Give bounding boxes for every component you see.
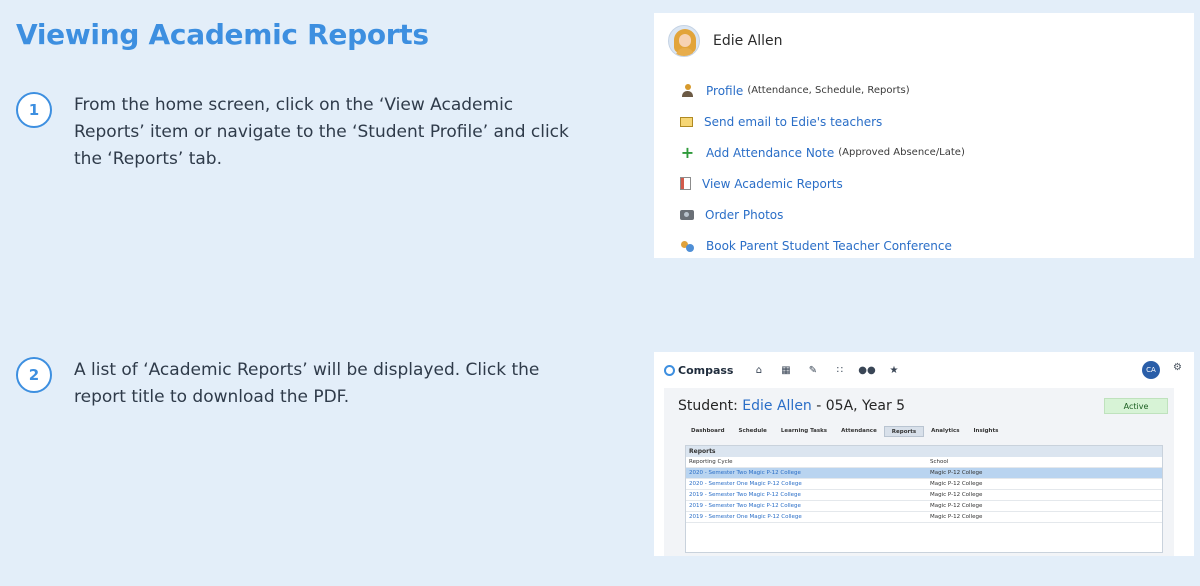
report-school: Magic P-12 College — [930, 481, 983, 487]
report-school: Magic P-12 College — [930, 503, 983, 509]
profile-icon — [680, 84, 695, 98]
people-icon[interactable]: ●● — [853, 365, 880, 376]
grid-icon[interactable]: ∷ — [826, 365, 853, 376]
report-title-link[interactable]: 2019 - Semester Two Magic P-12 College — [686, 490, 927, 500]
avatar — [668, 25, 700, 57]
column-header: School — [930, 459, 949, 465]
compass-logo-icon — [664, 364, 675, 376]
plus-icon: + — [680, 143, 695, 162]
brand-name: Compass — [678, 363, 734, 377]
student-heading: Student: Edie Allen - 05A, Year 5 — [678, 398, 905, 414]
menu-item-view-academic-reports[interactable]: View Academic Reports — [680, 168, 965, 199]
step-number-badge: 2 — [16, 357, 52, 393]
student-prefix: Student: — [678, 398, 738, 414]
camera-icon — [680, 209, 694, 220]
home-icon[interactable]: ⌂ — [745, 365, 772, 376]
menu-item-label[interactable]: Send email to Edie's teachers — [704, 115, 882, 129]
student-name: Edie Allen — [713, 33, 783, 49]
table-row[interactable]: 2019 - Semester Two Magic P-12 College M… — [686, 490, 1162, 501]
student-header: Edie Allen — [668, 25, 783, 57]
student-action-menu: Profile (Attendance, Schedule, Reports) … — [680, 75, 965, 261]
tab-insights[interactable]: Insights — [967, 426, 1006, 437]
tab-dashboard[interactable]: Dashboard — [684, 426, 732, 437]
calendar-icon[interactable]: ▦ — [772, 365, 799, 376]
student-profile-panel: Student: Edie Allen - 05A, Year 5 Active… — [664, 388, 1174, 556]
menu-item-label[interactable]: Profile — [706, 84, 743, 98]
step-instruction: A list of ‘Academic Reports’ will be dis… — [74, 360, 540, 407]
report-title-link[interactable]: 2020 - Semester One Magic P-12 College — [686, 479, 927, 489]
menu-item-label[interactable]: View Academic Reports — [702, 177, 843, 191]
menu-item-label[interactable]: Book Parent Student Teacher Conference — [706, 239, 952, 253]
tab-learning-tasks[interactable]: Learning Tasks — [774, 426, 834, 437]
home-screen-card: Edie Allen Profile (Attendance, Schedule… — [654, 13, 1194, 258]
report-school: Magic P-12 College — [930, 514, 983, 520]
student-name-link[interactable]: Edie Allen — [742, 398, 812, 414]
report-title-link[interactable]: 2020 - Semester Two Magic P-12 College — [686, 468, 927, 478]
tab-analytics[interactable]: Analytics — [924, 426, 966, 437]
table-row[interactable]: 2019 - Semester One Magic P-12 College M… — [686, 512, 1162, 523]
step-number-badge: 1 — [16, 92, 52, 128]
nav-icons: ⌂ ▦ ✎ ∷ ●● ★ — [745, 365, 907, 376]
menu-item-send-email[interactable]: Send email to Edie's teachers — [680, 106, 965, 137]
compass-navbar: Compass ⌂ ▦ ✎ ∷ ●● ★ CA ⚙ — [654, 352, 1194, 388]
table-row[interactable]: 2020 - Semester Two Magic P-12 College M… — [686, 468, 1162, 479]
menu-item-order-photos[interactable]: Order Photos — [680, 199, 965, 230]
report-title-link[interactable]: 2019 - Semester One Magic P-12 College — [686, 512, 927, 522]
report-school: Magic P-12 College — [930, 492, 983, 498]
tab-reports[interactable]: Reports — [883, 426, 925, 437]
compass-reports-card: Compass ⌂ ▦ ✎ ∷ ●● ★ CA ⚙ Student: Edie … — [654, 352, 1194, 556]
tab-schedule[interactable]: Schedule — [732, 426, 774, 437]
menu-item-add-attendance-note[interactable]: + Add Attendance Note (Approved Absence/… — [680, 137, 965, 168]
table-header-row: Reporting Cycle School — [686, 457, 1162, 468]
step-1: 1 From the home screen, click on the ‘Vi… — [16, 92, 574, 173]
star-icon[interactable]: ★ — [880, 365, 907, 376]
step-instruction: From the home screen, click on the ‘View… — [74, 95, 569, 169]
profile-tabs: Dashboard Schedule Learning Tasks Attend… — [684, 426, 1005, 437]
report-icon — [680, 177, 691, 190]
page-title: Viewing Academic Reports — [16, 18, 429, 51]
menu-item-profile[interactable]: Profile (Attendance, Schedule, Reports) — [680, 75, 965, 106]
status-badge: Active — [1104, 398, 1168, 414]
table-row[interactable]: 2020 - Semester One Magic P-12 College M… — [686, 479, 1162, 490]
column-header: Reporting Cycle — [689, 459, 733, 465]
user-avatar[interactable]: CA — [1142, 361, 1160, 379]
compass-logo[interactable]: Compass — [664, 364, 733, 377]
menu-item-note: (Approved Absence/Late) — [838, 147, 965, 158]
conference-icon — [680, 239, 695, 253]
student-class: - 05A, Year 5 — [816, 398, 906, 414]
gear-icon[interactable]: ⚙ — [1173, 362, 1182, 373]
reports-table-title: Reports — [686, 446, 1162, 457]
report-title-link[interactable]: 2019 - Semester Two Magic P-12 College — [686, 501, 927, 511]
menu-item-label[interactable]: Order Photos — [705, 208, 783, 222]
pencil-icon[interactable]: ✎ — [799, 365, 826, 376]
step-2: 2 A list of ‘Academic Reports’ will be d… — [16, 357, 574, 411]
tab-attendance[interactable]: Attendance — [834, 426, 884, 437]
email-icon — [680, 116, 693, 127]
report-school: Magic P-12 College — [930, 470, 983, 476]
menu-item-book-conference[interactable]: Book Parent Student Teacher Conference — [680, 230, 965, 261]
reports-table: Reports Reporting Cycle School 2020 - Se… — [685, 445, 1163, 553]
menu-item-note: (Attendance, Schedule, Reports) — [747, 85, 910, 96]
table-row[interactable]: 2019 - Semester Two Magic P-12 College M… — [686, 501, 1162, 512]
menu-item-label[interactable]: Add Attendance Note — [706, 146, 834, 160]
